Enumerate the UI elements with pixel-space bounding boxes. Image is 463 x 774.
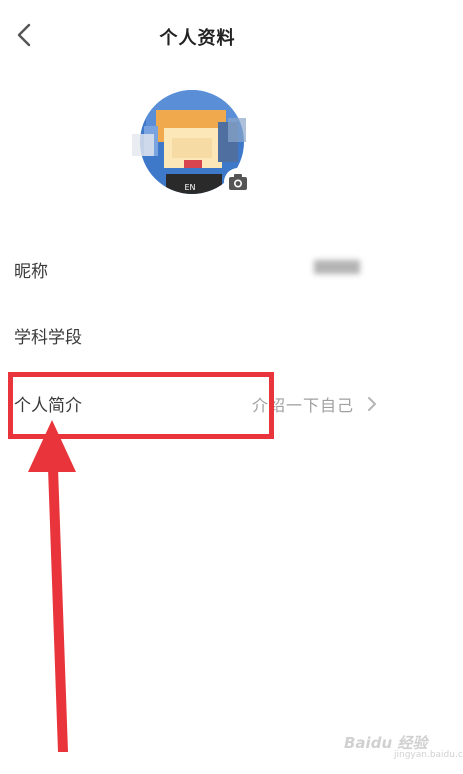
camera-icon — [229, 174, 247, 190]
bio-label: 个人简介 — [14, 396, 82, 416]
avatar-badge-text: EN — [184, 183, 195, 192]
watermark-sub: jingyan.baidu.com — [394, 750, 463, 760]
page-title: 个人资料 — [159, 28, 236, 49]
avatar[interactable]: EN — [128, 82, 256, 200]
subject-stage-row[interactable]: 学科学段 — [0, 312, 400, 360]
nickname-label: 昵称 — [14, 262, 48, 282]
camera-button[interactable] — [224, 168, 252, 196]
bio-value: 介绍一下自己 — [251, 396, 354, 415]
baidu-watermark: Baidu 经验 jingyan.baidu.com — [344, 728, 463, 764]
nickname-value-blurred — [278, 252, 398, 282]
subject-stage-label: 学科学段 — [14, 328, 82, 348]
watermark-brand: Baidu 经验 — [344, 734, 428, 752]
arrow-annotation — [28, 420, 76, 752]
bio-row[interactable]: 个人简介 介绍一下自己 — [0, 380, 400, 428]
chevron-right-icon — [368, 397, 376, 411]
header-bar: 个人资料 — [0, 0, 463, 70]
